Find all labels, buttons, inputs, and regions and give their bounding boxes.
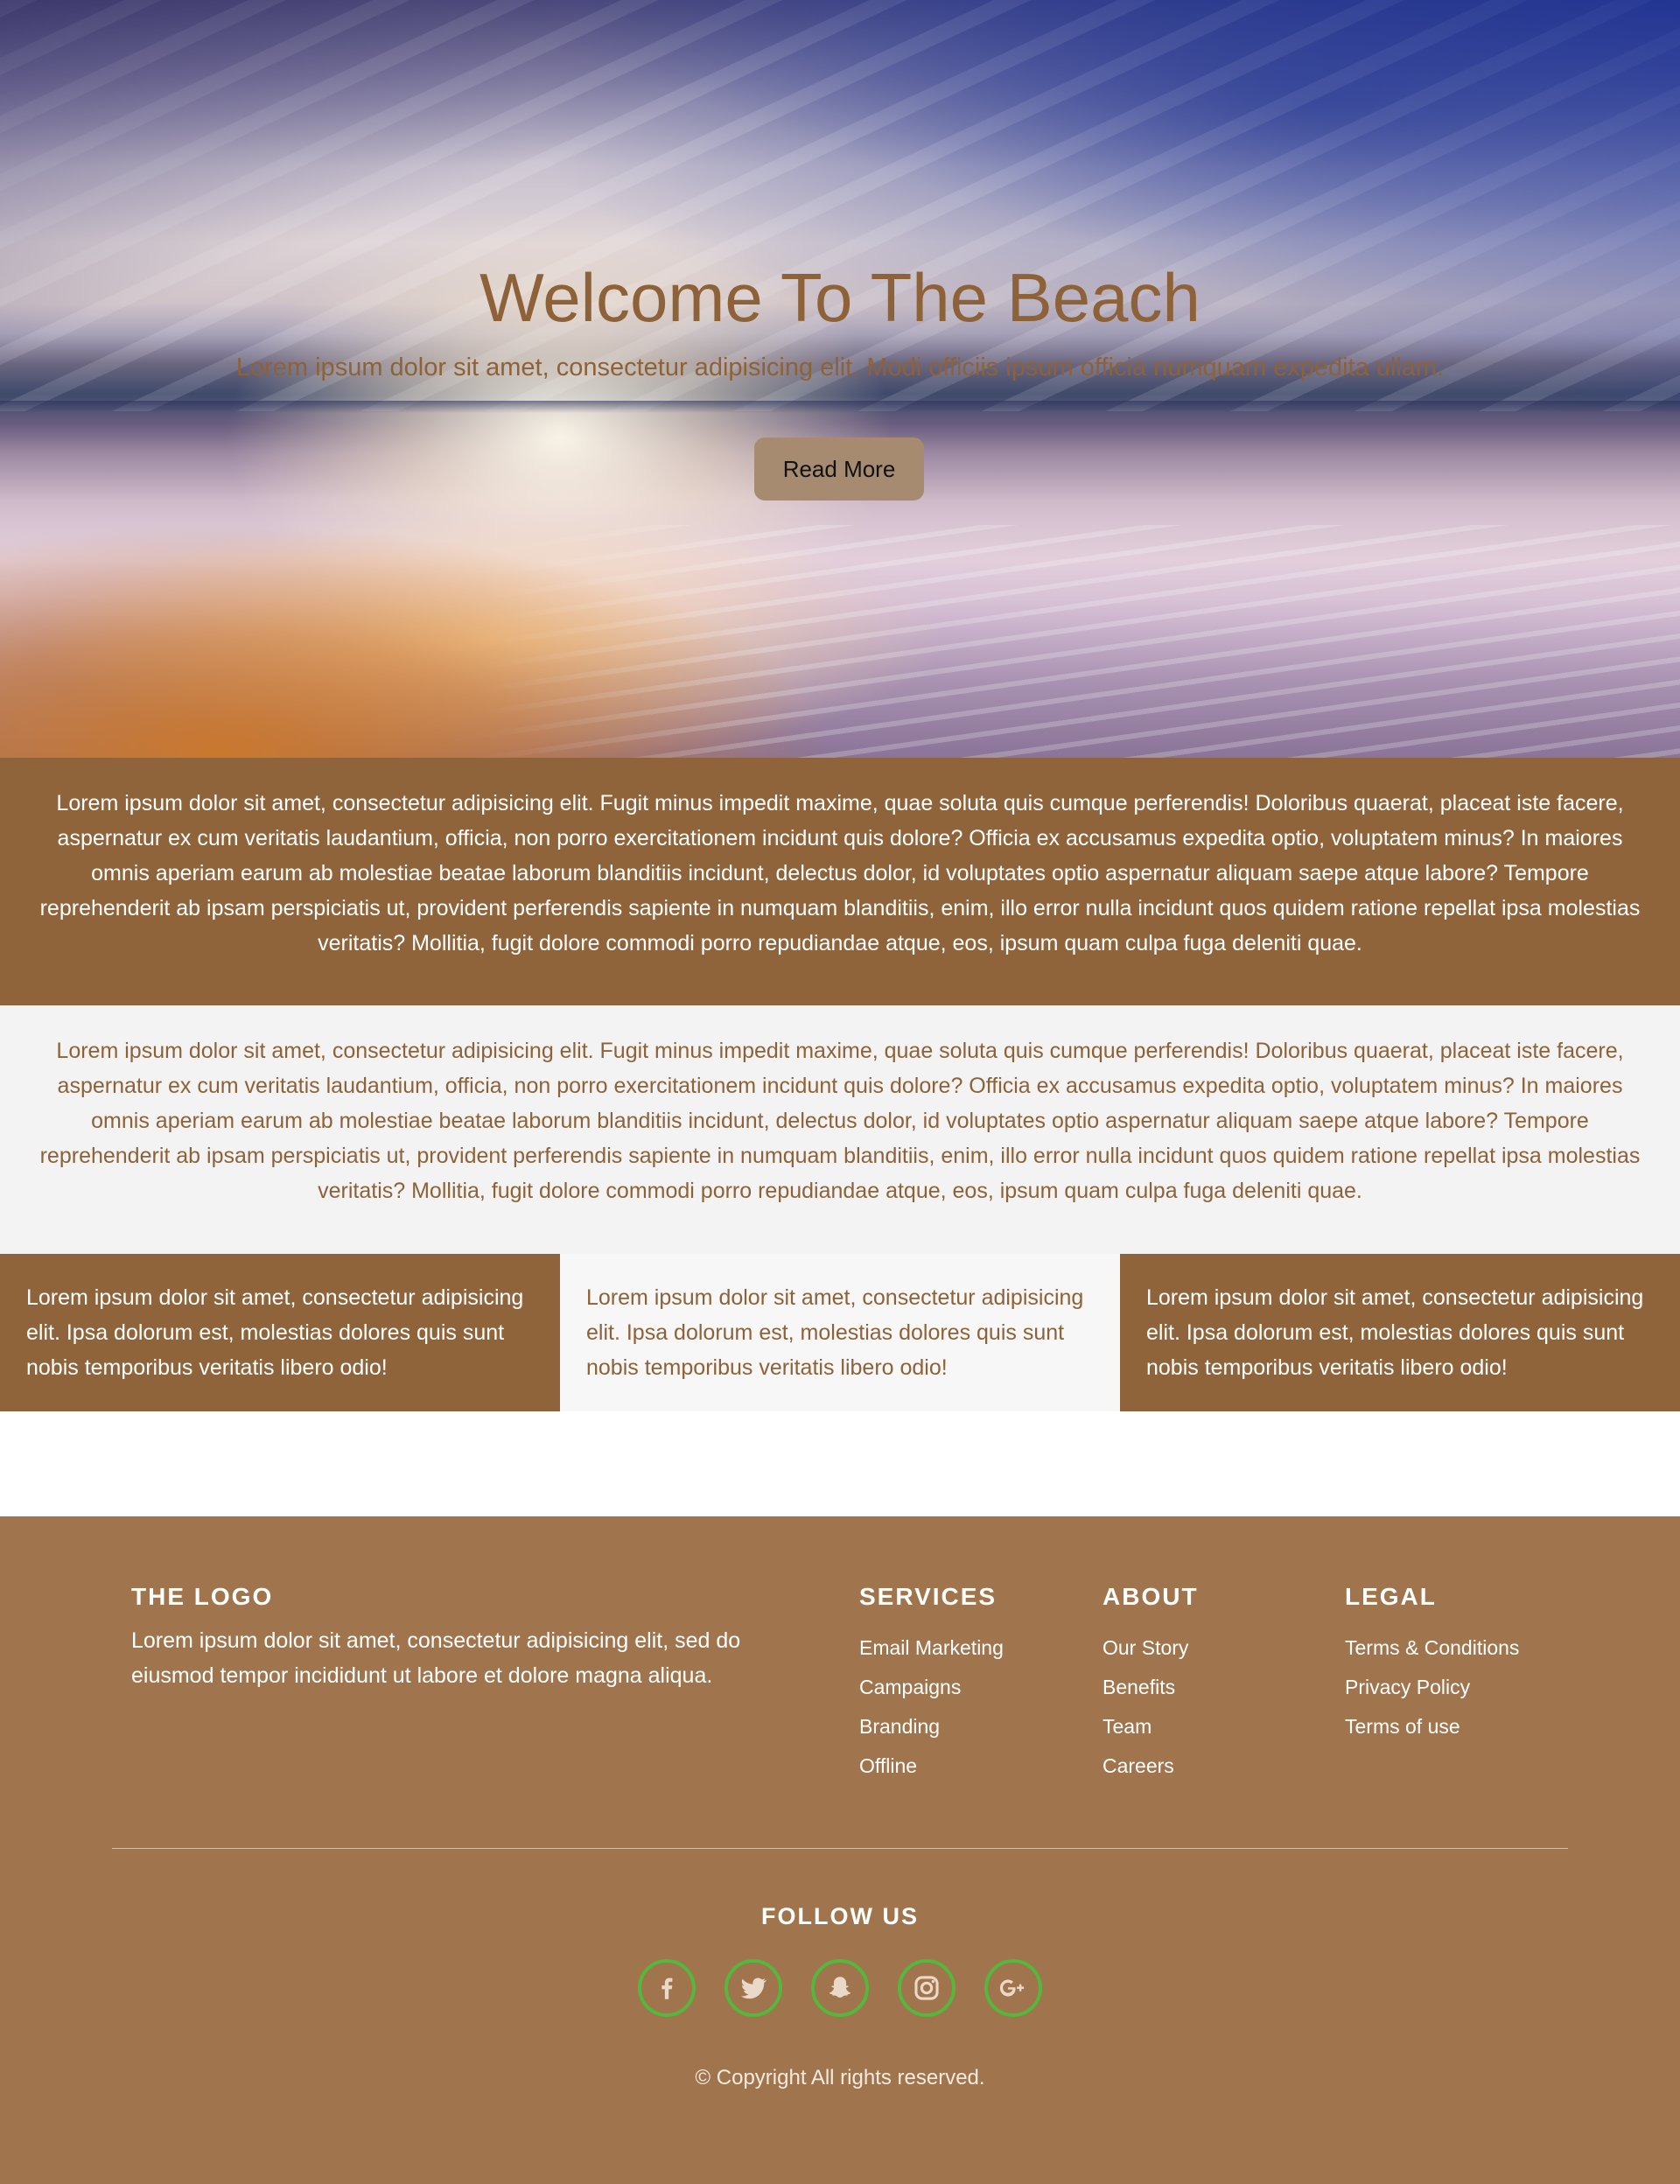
footer-link-email-marketing[interactable]: Email Marketing <box>859 1628 1004 1668</box>
footer-link-our-story[interactable]: Our Story <box>1102 1628 1199 1668</box>
footer-link-campaigns[interactable]: Campaigns <box>859 1668 1004 1707</box>
copyright-text: © Copyright All rights reserved. <box>695 2066 985 2090</box>
footer-link-careers[interactable]: Careers <box>1102 1746 1199 1786</box>
footer-link-team[interactable]: Team <box>1102 1707 1199 1746</box>
footer-link-benefits[interactable]: Benefits <box>1102 1668 1199 1707</box>
hero-sky-image <box>0 0 1680 411</box>
footer-legal: LEGAL Terms & Conditions Privacy Policy … <box>1345 1583 1519 1746</box>
footer-logo-text: Lorem ipsum dolor sit amet, consectetur … <box>131 1628 741 1688</box>
footer-link-terms-conditions[interactable]: Terms & Conditions <box>1345 1628 1519 1668</box>
hero-horizon <box>0 401 1680 413</box>
intro-section-brown: Lorem ipsum dolor sit amet, consectetur … <box>0 758 1680 1005</box>
footer-divider <box>112 1848 1568 1849</box>
intro-section-light: Lorem ipsum dolor sit amet, consectetur … <box>0 1005 1680 1254</box>
follow-us-heading: FOLLOW US <box>761 1903 919 1929</box>
social-links <box>0 1959 1680 2017</box>
feature-column-2: Lorem ipsum dolor sit amet, consectetur … <box>560 1254 1120 1411</box>
hero-title: Welcome To The Beach <box>480 259 1200 336</box>
footer: THE LOGO Lorem ipsum dolor sit amet, con… <box>0 1516 1680 2184</box>
footer-services-heading: SERVICES <box>859 1583 998 1610</box>
footer-logo[interactable]: THE LOGO <box>131 1583 796 1611</box>
hero-waves-image <box>0 525 1680 758</box>
hero-section: Welcome To The Beach Lorem ipsum dolor s… <box>0 0 1680 758</box>
google-plus-icon[interactable] <box>984 1959 1042 2017</box>
feature-column-3: Lorem ipsum dolor sit amet, consectetur … <box>1120 1254 1680 1411</box>
snapchat-icon[interactable] <box>811 1959 869 2017</box>
read-more-button[interactable]: Read More <box>754 438 924 500</box>
footer-logo-block: THE LOGO Lorem ipsum dolor sit amet, con… <box>131 1583 796 1693</box>
intro-text-brown: Lorem ipsum dolor sit amet, consectetur … <box>39 791 1641 956</box>
footer-about-heading: ABOUT <box>1102 1583 1199 1610</box>
footer-legal-heading: LEGAL <box>1345 1583 1437 1610</box>
footer-link-offline[interactable]: Offline <box>859 1746 1004 1786</box>
spacer <box>0 1411 1680 1516</box>
twitter-icon[interactable] <box>724 1959 782 2017</box>
feature-columns: Lorem ipsum dolor sit amet, consectetur … <box>0 1254 1680 1411</box>
intro-text-light: Lorem ipsum dolor sit amet, consectetur … <box>39 1039 1641 1203</box>
hero-subtitle: Lorem ipsum dolor sit amet, consectetur … <box>235 354 1445 382</box>
footer-services: SERVICES Email Marketing Campaigns Brand… <box>859 1583 1004 1786</box>
footer-link-terms-of-use[interactable]: Terms of use <box>1345 1707 1519 1746</box>
instagram-icon[interactable] <box>898 1959 956 2017</box>
footer-link-branding[interactable]: Branding <box>859 1707 1004 1746</box>
facebook-icon[interactable] <box>638 1959 696 2017</box>
footer-about: ABOUT Our Story Benefits Team Careers <box>1102 1583 1199 1786</box>
feature-column-1: Lorem ipsum dolor sit amet, consectetur … <box>0 1254 560 1411</box>
footer-link-privacy-policy[interactable]: Privacy Policy <box>1345 1668 1519 1707</box>
